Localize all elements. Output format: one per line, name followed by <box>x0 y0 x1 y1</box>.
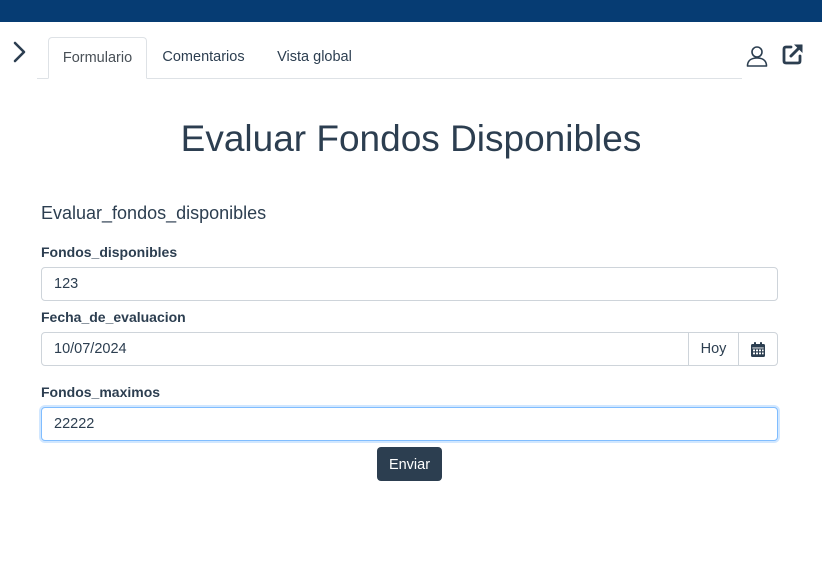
form-subtitle: Evaluar_fondos_disponibles <box>41 203 267 223</box>
tab-bar: Formulario Comentarios Vista global <box>37 37 742 79</box>
fecha-de-evaluacion-label: Fecha_de_evaluacion <box>41 309 186 325</box>
fecha-de-evaluacion-input[interactable]: 10/07/2024 <box>41 332 689 366</box>
fondos-disponibles-label: Fondos_disponibles <box>41 244 178 260</box>
user-icon <box>746 46 768 67</box>
external-link-icon <box>782 44 803 65</box>
tab-formulario[interactable]: Formulario <box>48 37 147 79</box>
page-title: Evaluar Fondos Disponibles <box>180 118 642 159</box>
fondos-disponibles-input[interactable]: 123 <box>41 267 778 301</box>
tab-comentarios[interactable]: Comentarios <box>155 37 252 78</box>
sidebar-toggle-button[interactable] <box>10 40 30 64</box>
calendar-button[interactable] <box>738 332 778 366</box>
fondos-maximos-label: Fondos_maximos <box>41 384 161 400</box>
user-button[interactable] <box>745 44 769 68</box>
tab-vista-global[interactable]: Vista global <box>266 37 363 78</box>
fondos-maximos-input[interactable]: 22222 <box>41 407 778 441</box>
submit-button[interactable]: Enviar <box>377 447 442 481</box>
open-external-button[interactable] <box>781 42 805 66</box>
date-input-group: 10/07/2024 Hoy <box>41 332 778 366</box>
calendar-icon <box>751 342 765 357</box>
chevron-right-icon <box>13 41 26 63</box>
top-header-bar <box>0 0 822 22</box>
today-button[interactable]: Hoy <box>688 332 739 366</box>
